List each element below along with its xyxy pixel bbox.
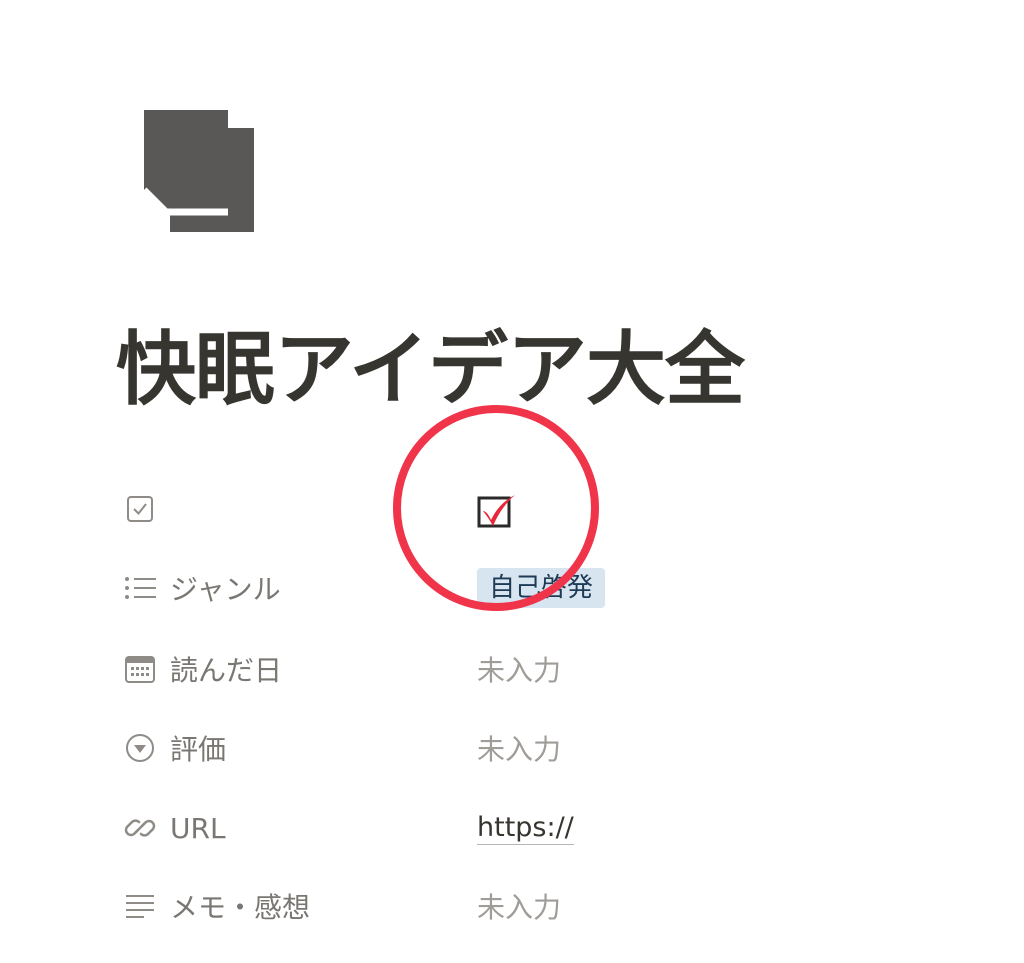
property-row-checkbox — [122, 489, 882, 529]
property-label-memo[interactable]: メモ・感想 — [122, 886, 310, 926]
calendar-icon — [122, 651, 158, 687]
property-label: URL — [170, 811, 226, 845]
url-value[interactable]: https:// — [477, 808, 574, 848]
property-row-url: URL https:// — [122, 808, 882, 848]
property-label: 読んだ日 — [170, 654, 283, 687]
property-row-genre: ジャンル 自己啓発 — [122, 568, 882, 608]
text-lines-icon — [122, 888, 158, 924]
url-link[interactable]: https:// — [477, 812, 574, 845]
link-icon — [122, 810, 158, 846]
property-label: 評価 — [170, 733, 227, 766]
property-row-memo: メモ・感想 未入力 — [122, 886, 882, 926]
property-label-checkbox[interactable] — [122, 489, 170, 529]
property-label-url[interactable]: URL — [122, 808, 226, 848]
checkbox-property-icon — [122, 491, 158, 527]
rating-value[interactable]: 未入力 — [477, 728, 561, 768]
page-title[interactable]: 快眠アイデア大全 — [116, 330, 745, 410]
property-label-read-date[interactable]: 読んだ日 — [122, 649, 282, 689]
select-icon — [122, 730, 158, 766]
list-icon — [122, 570, 158, 606]
property-label: メモ・感想 — [170, 891, 311, 924]
page-document-icon[interactable] — [140, 108, 260, 234]
property-label: ジャンル — [170, 573, 281, 606]
property-label-rating[interactable]: 評価 — [122, 728, 226, 768]
checkbox[interactable] — [477, 493, 517, 529]
genre-value[interactable]: 自己啓発 — [477, 568, 606, 608]
property-row-read-date: 読んだ日 未入力 — [122, 649, 882, 689]
read-date-value[interactable]: 未入力 — [477, 649, 561, 689]
property-label-genre[interactable]: ジャンル — [122, 568, 281, 608]
property-row-rating: 評価 未入力 — [122, 728, 882, 768]
memo-value[interactable]: 未入力 — [477, 886, 561, 926]
genre-tag[interactable]: 自己啓発 — [477, 568, 606, 608]
